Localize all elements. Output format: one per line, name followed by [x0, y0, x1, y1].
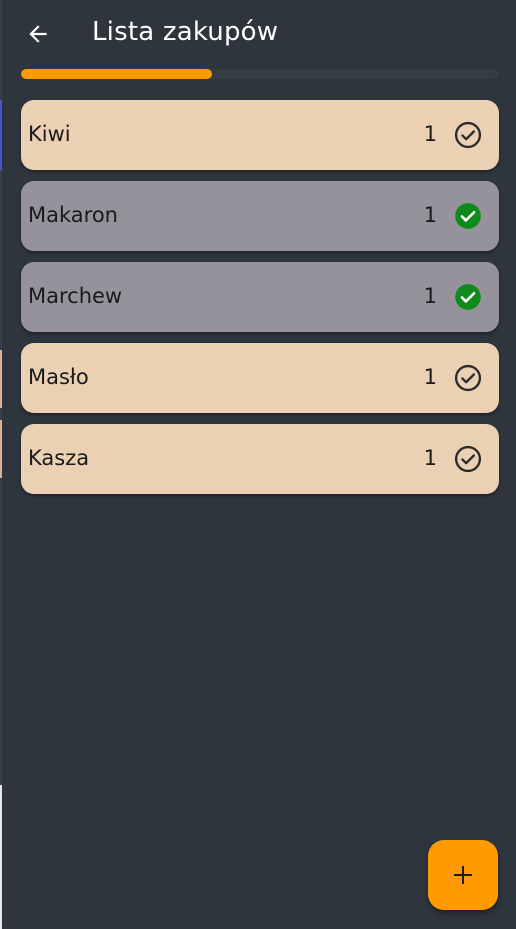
progress-fill [21, 69, 213, 79]
list-item[interactable]: Marchew 1 [21, 262, 499, 332]
app-bar: Lista zakupów [0, 0, 516, 68]
edge-segment [0, 420, 2, 478]
page-title: Lista zakupów [92, 17, 279, 47]
item-quantity: 1 [423, 446, 437, 470]
arrow-left-icon [29, 25, 47, 43]
shopping-list: Kiwi 1 Makaron 1 Marchew 1 Masło 1 Kasza… [21, 100, 499, 505]
item-name: Makaron [28, 203, 118, 227]
back-button[interactable] [18, 14, 58, 54]
item-name: Masło [28, 365, 89, 389]
item-name: Kiwi [28, 122, 71, 146]
left-edge-strip [0, 0, 2, 929]
item-quantity: 1 [423, 203, 437, 227]
list-item[interactable]: Makaron 1 [21, 181, 499, 251]
edge-segment [0, 100, 2, 170]
check-circle-outline-icon[interactable] [454, 364, 482, 392]
check-circle-outline-icon[interactable] [454, 445, 482, 473]
item-name: Marchew [28, 284, 123, 308]
progress-bar [21, 69, 499, 79]
check-circle-filled-icon[interactable] [454, 202, 482, 230]
add-item-button[interactable] [428, 840, 498, 910]
item-quantity: 1 [423, 365, 437, 389]
item-name: Kasza [28, 446, 90, 470]
check-circle-outline-icon[interactable] [454, 121, 482, 149]
check-circle-filled-icon[interactable] [454, 283, 482, 311]
edge-segment [0, 350, 2, 408]
item-quantity: 1 [423, 284, 437, 308]
edge-segment [0, 785, 2, 929]
list-item[interactable]: Kiwi 1 [21, 100, 499, 170]
item-quantity: 1 [423, 122, 437, 146]
plus-icon [454, 866, 472, 884]
list-item[interactable]: Masło 1 [21, 343, 499, 413]
list-item[interactable]: Kasza 1 [21, 424, 499, 494]
